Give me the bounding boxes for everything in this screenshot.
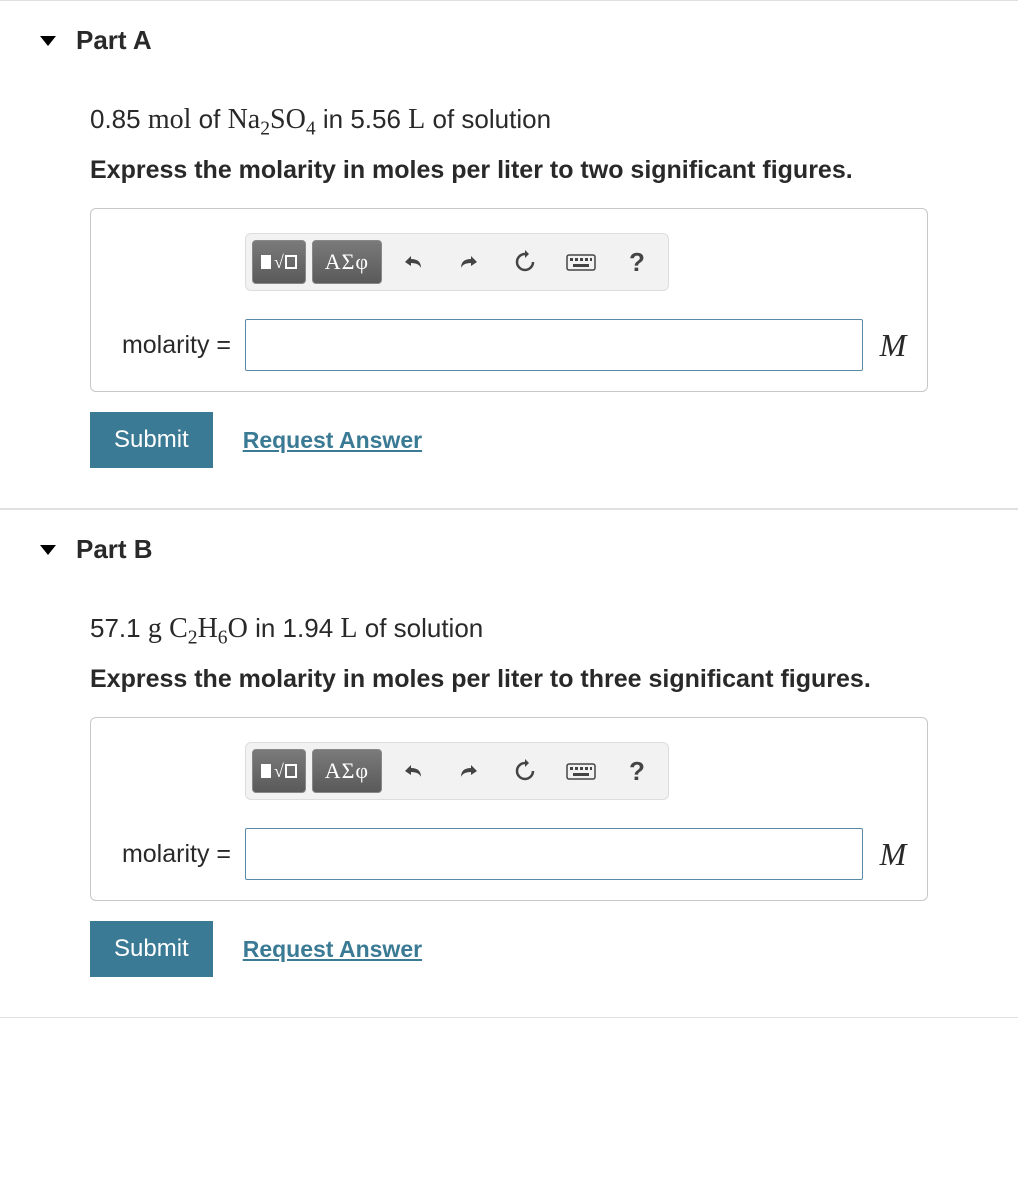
answer-input[interactable] [245, 319, 863, 371]
part-title: Part A [76, 25, 152, 56]
tail-text: of solution [433, 104, 552, 134]
toolbar-row: √ ΑΣφ ? [245, 742, 913, 800]
answer-box: √ ΑΣφ ? [90, 717, 928, 901]
instruction-text: Express the molarity in moles per liter … [90, 153, 928, 188]
undo-icon [401, 252, 425, 272]
part-title: Part B [76, 534, 153, 565]
request-answer-link[interactable]: Request Answer [243, 427, 422, 454]
volume-unit: L [408, 104, 425, 135]
undo-icon [401, 761, 425, 781]
toolbar: √ ΑΣφ ? [245, 742, 669, 800]
templates-button[interactable]: √ [252, 240, 306, 284]
caret-down-icon [40, 36, 56, 46]
amount-unit: mol [148, 104, 192, 135]
help-button[interactable]: ? [612, 240, 662, 284]
part-header[interactable]: Part A [0, 1, 1018, 80]
actions-row: Submit Request Answer [90, 921, 928, 977]
amount: 57.1 [90, 613, 141, 643]
caret-down-icon [40, 545, 56, 555]
volume: 1.94 [283, 613, 334, 643]
keyboard-icon [566, 252, 596, 272]
in-text: in [255, 613, 275, 643]
reset-button[interactable] [500, 749, 550, 793]
help-button[interactable]: ? [612, 749, 662, 793]
toolbar-row: √ ΑΣφ ? [245, 233, 913, 291]
volume-unit: L [340, 613, 357, 644]
input-row: molarity = M [105, 828, 913, 880]
unit-label: M [873, 327, 913, 364]
undo-button[interactable] [388, 240, 438, 284]
redo-button[interactable] [444, 749, 494, 793]
unit-label: M [873, 836, 913, 873]
part-a-section: Part A 0.85 mol of Na2SO4 in 5.56 L of s… [0, 0, 1018, 509]
sqrt-icon: √ [261, 252, 297, 273]
sqrt-icon: √ [261, 761, 297, 782]
answer-input[interactable] [245, 828, 863, 880]
answer-box: √ ΑΣφ ? [90, 208, 928, 392]
greek-button[interactable]: ΑΣφ [312, 749, 382, 793]
reset-button[interactable] [500, 240, 550, 284]
toolbar: √ ΑΣφ ? [245, 233, 669, 291]
part-content: 0.85 mol of Na2SO4 in 5.56 L of solution… [0, 100, 1018, 508]
submit-button[interactable]: Submit [90, 412, 213, 468]
reset-icon [513, 759, 537, 783]
redo-button[interactable] [444, 240, 494, 284]
compound: C2H6O [169, 613, 248, 644]
part-b-section: Part B 57.1 g C2H6O in 1.94 L of solutio… [0, 509, 1018, 1018]
keyboard-button[interactable] [556, 240, 606, 284]
tail-text: of solution [365, 613, 484, 643]
prompt-text: 57.1 g C2H6O in 1.94 L of solution [90, 609, 928, 652]
part-header[interactable]: Part B [0, 510, 1018, 589]
keyboard-button[interactable] [556, 749, 606, 793]
reset-icon [513, 250, 537, 274]
in-text: in [323, 104, 343, 134]
input-row: molarity = M [105, 319, 913, 371]
undo-button[interactable] [388, 749, 438, 793]
keyboard-icon [566, 761, 596, 781]
request-answer-link[interactable]: Request Answer [243, 936, 422, 963]
actions-row: Submit Request Answer [90, 412, 928, 468]
prompt-text: 0.85 mol of Na2SO4 in 5.56 L of solution [90, 100, 928, 143]
molarity-label: molarity = [105, 840, 235, 869]
part-content: 57.1 g C2H6O in 1.94 L of solution Expre… [0, 609, 1018, 1017]
redo-icon [457, 761, 481, 781]
redo-icon [457, 252, 481, 272]
of-text: of [199, 104, 221, 134]
templates-button[interactable]: √ [252, 749, 306, 793]
greek-button[interactable]: ΑΣφ [312, 240, 382, 284]
amount: 0.85 [90, 104, 141, 134]
volume: 5.56 [350, 104, 401, 134]
amount-unit: g [148, 613, 162, 644]
submit-button[interactable]: Submit [90, 921, 213, 977]
compound: Na2SO4 [228, 104, 316, 135]
molarity-label: molarity = [105, 331, 235, 360]
instruction-text: Express the molarity in moles per liter … [90, 662, 928, 697]
